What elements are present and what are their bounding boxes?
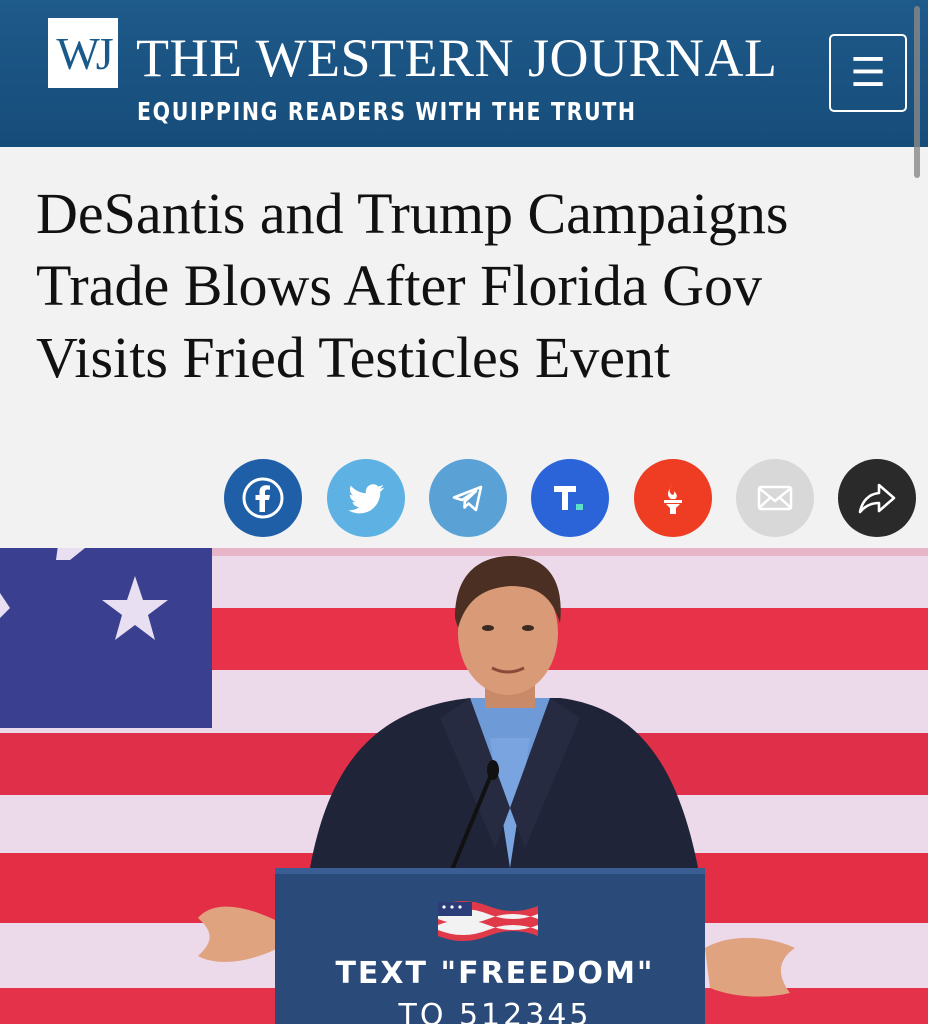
menu-button[interactable]: ☰ bbox=[829, 34, 907, 112]
hamburger-menu-icon: ☰ bbox=[850, 50, 886, 96]
facebook-icon bbox=[242, 477, 284, 519]
email-icon bbox=[757, 485, 793, 511]
site-header: WJ THE WESTERN JOURNAL EQUIPPING READERS… bbox=[0, 0, 928, 147]
site-name[interactable]: THE WESTERN JOURNAL bbox=[136, 26, 777, 90]
site-tagline: EQUIPPING READERS WITH THE TRUTH bbox=[137, 97, 637, 126]
twitter-icon bbox=[348, 484, 384, 514]
gab-icon bbox=[664, 483, 682, 514]
hero-photo bbox=[0, 548, 928, 1024]
gab-share-button[interactable] bbox=[634, 459, 712, 537]
podium-text-line1: TEXT "FREEDOM" bbox=[335, 956, 655, 991]
facebook-share-button[interactable] bbox=[224, 459, 302, 537]
share-arrow-icon bbox=[858, 483, 896, 514]
share-more-button[interactable] bbox=[838, 459, 916, 537]
truth-social-share-button[interactable] bbox=[531, 459, 609, 537]
logo-text: WJ bbox=[56, 27, 113, 79]
twitter-share-button[interactable] bbox=[327, 459, 405, 537]
email-share-button[interactable] bbox=[736, 459, 814, 537]
truth-social-icon bbox=[554, 486, 583, 510]
article-hero-image[interactable]: TEXT "FREEDOM" TO 512345 bbox=[0, 548, 928, 1024]
telegram-share-button[interactable] bbox=[429, 459, 507, 537]
site-logo[interactable]: WJ bbox=[48, 18, 118, 88]
scrollbar[interactable] bbox=[914, 6, 920, 178]
telegram-icon bbox=[452, 485, 483, 512]
podium-text-line2: TO 512345 bbox=[398, 998, 592, 1024]
article-headline: DeSantis and Trump Campaigns Trade Blows… bbox=[36, 181, 789, 390]
